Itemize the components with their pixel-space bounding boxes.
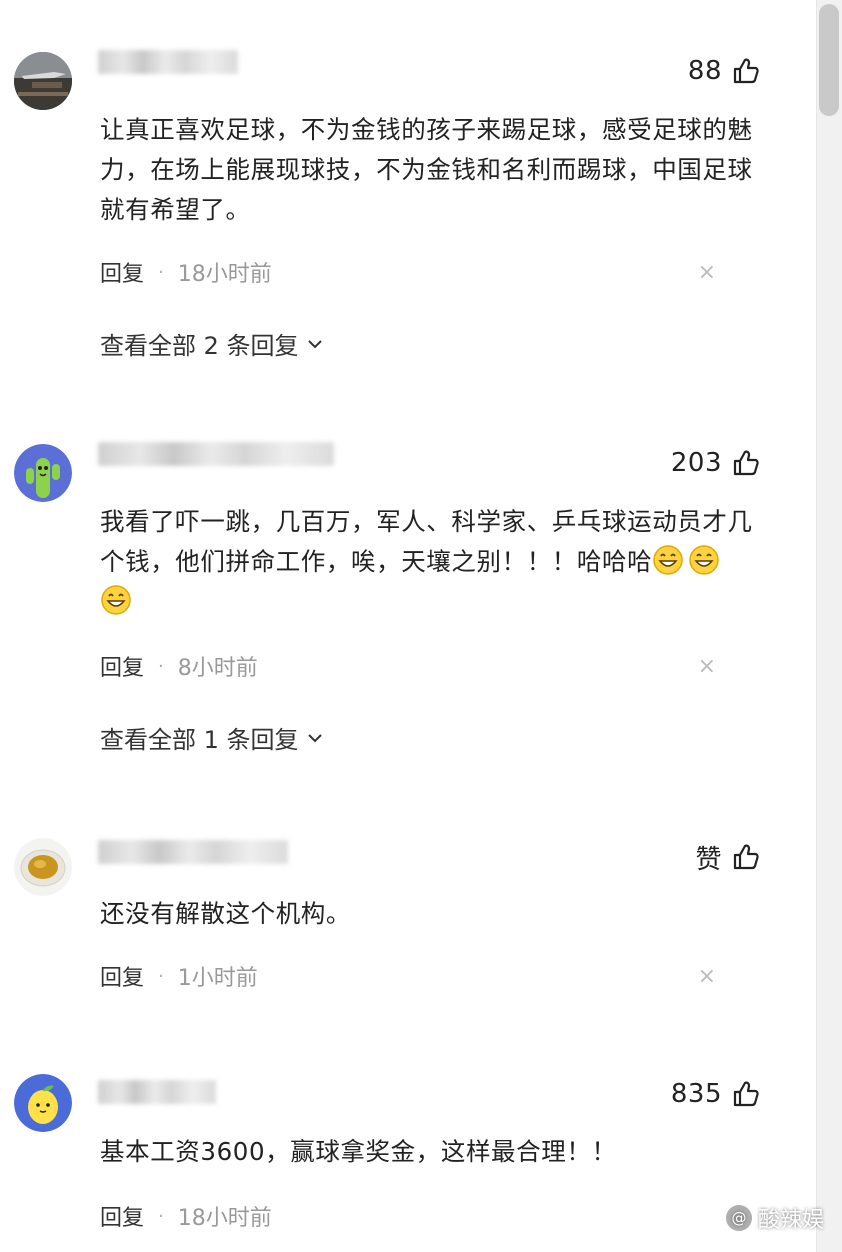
like-group[interactable]: 赞 [695, 839, 760, 875]
user-avatar[interactable] [14, 52, 72, 110]
like-group[interactable]: 88 [688, 53, 760, 89]
comment-meta: 回复 · 1小时前 [100, 960, 258, 992]
grin-emoji-icon [652, 544, 684, 576]
view-replies-button[interactable]: 查看全部 2 条回复 [100, 326, 325, 361]
view-replies-button[interactable]: 查看全部 1 条回复 [100, 720, 325, 755]
chevron-down-icon [307, 733, 322, 742]
like-count: 203 [670, 448, 722, 478]
comment-time: 8小时前 [177, 656, 258, 681]
comment-text: 还没有解散这个机构。 [100, 899, 351, 928]
avatar-cactus-icon [14, 444, 72, 502]
like-count: 赞 [695, 844, 722, 875]
username-redacted[interactable] [98, 50, 238, 74]
close-icon[interactable]: × [698, 656, 716, 678]
close-icon[interactable]: × [698, 262, 716, 284]
comment-meta: 回复 · 8小时前 [100, 650, 258, 682]
thumbs-up-icon[interactable] [730, 56, 760, 86]
reply-button[interactable]: 回复 [100, 256, 144, 288]
user-avatar[interactable] [14, 838, 72, 896]
chevron-down-icon [307, 339, 322, 348]
user-avatar[interactable] [14, 444, 72, 502]
grin-emoji-icon [100, 584, 132, 616]
thumbs-up-icon[interactable] [730, 1079, 760, 1109]
comment-meta: 回复 · 18小时前 [100, 256, 272, 288]
avatar-lemon-icon [14, 1074, 72, 1132]
grin-emoji-icon [688, 544, 720, 576]
scrollbar-thumb[interactable] [819, 4, 839, 116]
watermark-text: 酸辣娱 [757, 1208, 824, 1233]
view-replies-label: 查看全部 1 条回复 [100, 726, 299, 754]
comment-text: 我看了吓一跳，几百万，军人、科学家、乒乓球运动员才几个钱，他们拼命工作，唉，天壤… [100, 502, 760, 622]
comment-text: 让真正喜欢足球，不为金钱的孩子来踢足球，感受足球的魅力，在场上能展现球技，不为金… [100, 115, 753, 224]
avatar-tea-cup-icon [14, 838, 72, 896]
like-count: 835 [670, 1079, 722, 1109]
comment-feed: 88 让真正喜欢足球，不为金钱的孩子来踢足球，感受足球的魅力，在场上能展现球技，… [0, 0, 842, 1252]
meta-separator: · [158, 1205, 164, 1227]
comment-time: 1小时前 [177, 966, 258, 991]
watermark-icon: @ [725, 1205, 752, 1231]
watermark: @ 酸辣娱 [725, 1202, 824, 1234]
like-group[interactable]: 835 [671, 1076, 760, 1112]
thumbs-up-icon[interactable] [730, 842, 760, 872]
username-redacted[interactable] [98, 840, 288, 864]
user-avatar[interactable] [14, 1074, 72, 1132]
username-redacted[interactable] [98, 1080, 216, 1104]
close-icon[interactable]: × [698, 966, 716, 988]
meta-separator: · [158, 261, 164, 283]
meta-separator: · [158, 655, 164, 677]
meta-separator: · [158, 965, 164, 987]
scrollbar-track[interactable] [816, 0, 842, 1252]
comment-meta: 回复 · 18小时前 [100, 1200, 272, 1232]
comment-time: 18小时前 [177, 262, 272, 287]
reply-button[interactable]: 回复 [100, 650, 144, 682]
username-redacted[interactable] [98, 442, 334, 466]
view-replies-label: 查看全部 2 条回复 [100, 332, 299, 360]
reply-button[interactable]: 回复 [100, 1200, 144, 1232]
avatar-airplane-photo-icon [14, 52, 72, 110]
comment-text: 基本工资3600，赢球拿奖金，这样最合理！！ [100, 1137, 617, 1166]
thumbs-up-icon[interactable] [730, 448, 760, 478]
like-count: 88 [687, 56, 722, 86]
comment-time: 18小时前 [177, 1206, 272, 1231]
reply-button[interactable]: 回复 [100, 960, 144, 992]
like-group[interactable]: 203 [671, 445, 760, 481]
